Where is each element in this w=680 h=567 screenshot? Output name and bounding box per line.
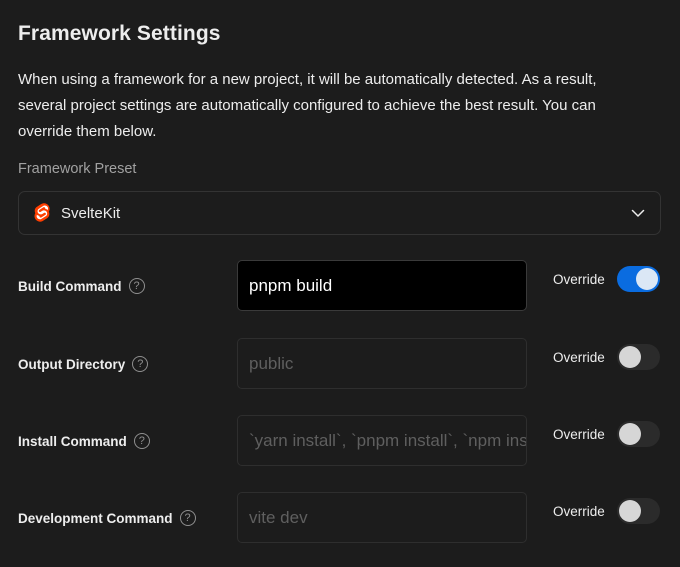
output-directory-label: Output Directory ?: [18, 356, 149, 372]
build-command-input[interactable]: pnpm build: [237, 260, 527, 311]
toggle-knob: [619, 500, 641, 522]
development-command-override-label: Override: [553, 504, 605, 519]
build-command-label-text: Build Command: [18, 278, 122, 294]
chevron-down-icon: [630, 205, 646, 221]
install-command-row: Install Command ? `yarn install`, `pnpm …: [0, 415, 680, 467]
install-command-override-toggle[interactable]: [617, 421, 660, 447]
output-directory-override-toggle[interactable]: [617, 344, 660, 370]
toggle-knob: [619, 346, 641, 368]
install-command-override-label: Override: [553, 427, 605, 442]
help-icon[interactable]: ?: [132, 356, 149, 372]
toggle-knob: [636, 268, 658, 290]
svelte-logo-icon: [33, 203, 51, 223]
output-directory-label-text: Output Directory: [18, 356, 126, 372]
help-icon[interactable]: ?: [128, 278, 145, 294]
section-title: Framework Settings: [18, 22, 221, 45]
output-directory-override-label: Override: [553, 350, 605, 365]
development-command-label-text: Development Command: [18, 510, 173, 526]
development-command-input[interactable]: vite dev: [237, 492, 527, 543]
build-command-override-label: Override: [553, 272, 605, 287]
help-icon[interactable]: ?: [133, 433, 150, 449]
output-directory-row: Output Directory ? public Override: [0, 338, 680, 390]
build-command-row: Build Command ? pnpm build Override: [0, 260, 680, 312]
build-command-label: Build Command ?: [18, 278, 145, 294]
development-command-row: Development Command ? vite dev Override: [0, 492, 680, 544]
development-command-override-toggle[interactable]: [617, 498, 660, 524]
install-command-input[interactable]: `yarn install`, `pnpm install`, `npm ins…: [237, 415, 527, 466]
development-command-label: Development Command ?: [18, 510, 196, 526]
section-description: When using a framework for a new project…: [18, 71, 597, 140]
install-command-label: Install Command ?: [18, 433, 150, 449]
output-directory-input[interactable]: public: [237, 338, 527, 389]
framework-preset-select[interactable]: SvelteKit: [18, 191, 661, 235]
framework-settings-panel: Framework Settings When using a framewor…: [0, 0, 680, 567]
help-icon[interactable]: ?: [179, 510, 196, 526]
framework-preset-label: Framework Preset: [18, 161, 137, 177]
install-command-label-text: Install Command: [18, 433, 127, 449]
framework-preset-value: SvelteKit: [61, 204, 121, 222]
build-command-override-toggle[interactable]: [617, 266, 660, 292]
toggle-knob: [619, 423, 641, 445]
